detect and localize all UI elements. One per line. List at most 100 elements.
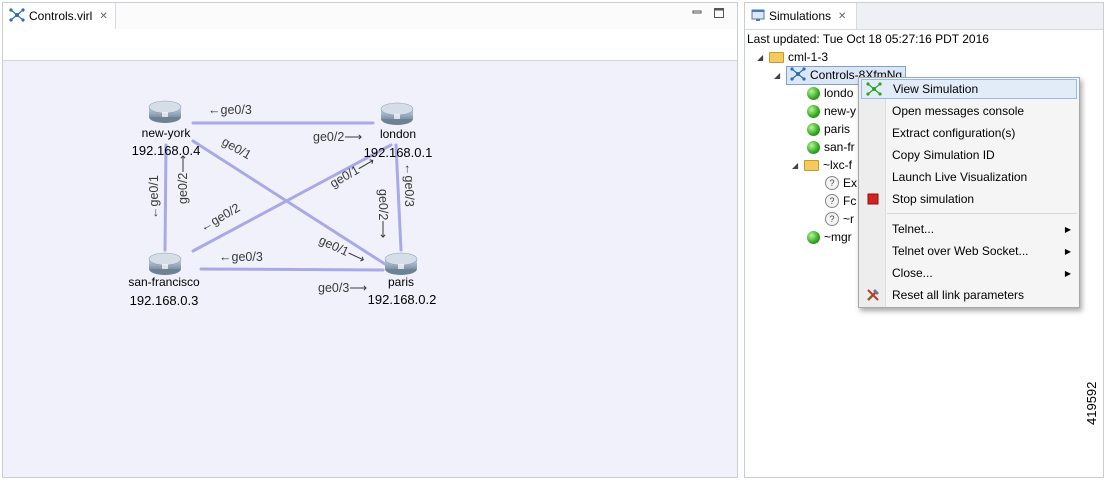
node-name: paris [388, 275, 414, 289]
close-icon[interactable]: ✕ [99, 11, 107, 22]
menu-item-label: Open messages console [892, 104, 1025, 118]
figure-id-label: 419592 [1084, 381, 1099, 425]
menu-item-label: Stop simulation [892, 192, 975, 206]
simulations-tab-bar: Simulations ✕ [745, 3, 1103, 30]
node-running-icon [807, 230, 820, 244]
menu-item-telnet-web-socket[interactable]: Telnet over Web Socket... ▶ [861, 241, 1077, 261]
link-label: ge0/2⟶ [313, 130, 362, 144]
router-icon[interactable] [148, 100, 182, 123]
simulations-icon [751, 8, 765, 25]
tab-simulations[interactable]: Simulations ✕ [745, 3, 857, 29]
menu-item-label: Reset all link parameters [892, 288, 1025, 302]
node-ip: 192.168.0.3 [130, 293, 199, 308]
node-name: new-york [142, 126, 192, 140]
submenu-arrow-icon: ▶ [1064, 224, 1071, 234]
link-label: ←ge0/3 [402, 163, 416, 207]
menu-item-label: Extract configuration(s) [892, 126, 1016, 140]
editor-toolbar [3, 29, 737, 61]
tree-item-lxc-child[interactable]: ? ~r [825, 210, 854, 228]
minimize-icon[interactable] [691, 8, 703, 20]
tree-item-label: san-fr [824, 140, 855, 154]
tree-item-node[interactable]: san-fr [807, 138, 855, 156]
router-icon[interactable] [384, 252, 418, 275]
router-icon[interactable] [380, 102, 414, 125]
link-label: ←ge0/3 [219, 250, 263, 264]
menu-item-close[interactable]: Close... ▶ [861, 263, 1077, 283]
tree-item-node[interactable]: londo [807, 84, 853, 102]
tree-item-node[interactable]: paris [807, 120, 850, 138]
folder-open-icon [804, 159, 819, 171]
menu-item-telnet[interactable]: Telnet... ▶ [861, 219, 1077, 239]
menu-item-extract-configurations[interactable]: Extract configuration(s) [861, 123, 1077, 143]
tab-controls-virl[interactable]: Controls.virl ✕ [3, 3, 116, 29]
menu-separator [887, 213, 1077, 214]
chevron-down-icon[interactable]: ◢ [757, 53, 765, 62]
link-label: ge0/3⟶ [318, 281, 367, 295]
topology-diagram: ←ge0/3 ge0/2⟶ ge0/1 ge0/2⟶ ←ge0/1 ge0/1⟶… [128, 100, 437, 308]
link-label: ge0/2⟶ [176, 155, 190, 204]
link-label: ←ge0/3 [208, 103, 252, 117]
tree-item-lxc-child[interactable]: ? Fc [825, 192, 856, 210]
menu-item-reset-link-parameters[interactable]: Reset all link parameters [861, 285, 1077, 305]
tree-item-label: paris [824, 122, 851, 136]
tree-item-label: londo [824, 86, 854, 100]
submenu-arrow-icon: ▶ [1064, 268, 1071, 278]
context-menu: View Simulation Open messages console Ex… [858, 77, 1080, 308]
stop-icon [865, 191, 881, 207]
node-ip: 192.168.0.1 [364, 145, 433, 160]
folder-open-icon [769, 51, 784, 63]
tree-item-lxc-child[interactable]: ? Ex [825, 174, 857, 192]
tree-item-label: ~r [843, 212, 855, 226]
tree-item-label: ~mgr [824, 230, 852, 244]
link-label: ge0/1 [220, 134, 254, 162]
node-running-icon [807, 122, 820, 136]
question-icon: ? [825, 176, 839, 190]
tree-item-node[interactable]: new-y [807, 102, 856, 120]
node-name: san-francisco [128, 275, 200, 289]
topology-canvas[interactable]: ←ge0/3 ge0/2⟶ ge0/1 ge0/2⟶ ←ge0/1 ge0/1⟶… [3, 61, 737, 477]
menu-item-stop-simulation[interactable]: Stop simulation [861, 189, 1077, 209]
tree-item-label: cml-1-3 [788, 50, 829, 64]
link-label: ←ge0/1 [147, 175, 161, 219]
tree-item-node[interactable]: ~mgr [807, 228, 852, 246]
editor-tab-bar: Controls.virl ✕ [3, 3, 737, 30]
menu-item-label: Telnet... [892, 222, 935, 236]
close-icon[interactable]: ✕ [838, 11, 846, 22]
link-label: ge0/2⟶ [376, 189, 390, 238]
menu-item-label: View Simulation [893, 82, 979, 96]
menu-item-open-messages-console[interactable]: Open messages console [861, 101, 1077, 121]
node-ip: 192.168.0.2 [368, 292, 437, 307]
topology-icon [790, 66, 806, 84]
menu-item-label: Telnet over Web Socket... [892, 244, 1029, 258]
node-running-icon [807, 140, 820, 154]
router-icon[interactable] [148, 252, 182, 275]
node-running-icon [807, 86, 820, 100]
menu-item-launch-live-visualization[interactable]: Launch Live Visualization [861, 167, 1077, 187]
menu-item-label: Copy Simulation ID [892, 148, 995, 162]
menu-item-view-simulation[interactable]: View Simulation [861, 79, 1077, 99]
chevron-down-icon[interactable]: ◢ [792, 161, 800, 170]
link-london-paris[interactable] [394, 143, 403, 252]
topology-icon [866, 81, 882, 97]
maximize-icon[interactable] [713, 8, 725, 20]
topology-icon [9, 7, 25, 25]
submenu-arrow-icon: ▶ [1064, 246, 1071, 256]
tree-item-lxc[interactable]: ◢ ~lxc-f [792, 156, 852, 174]
node-running-icon [807, 104, 820, 118]
tree-item-label: ~lxc-f [823, 158, 853, 172]
tab-label: Controls.virl [29, 9, 93, 23]
tree-item-label: Fc [843, 194, 857, 208]
link-newyork-sanfrancisco[interactable] [163, 143, 168, 252]
tools-icon [865, 287, 881, 303]
tree-item-label: new-y [824, 104, 857, 118]
menu-item-copy-simulation-id[interactable]: Copy Simulation ID [861, 145, 1077, 165]
topology-editor-panel: Controls.virl ✕ ←ge0/3 ge0/2⟶ ge0/1 ge0/… [2, 2, 738, 478]
node-ip: 192.168.0.4 [132, 143, 201, 158]
tree-item-server[interactable]: ◢ cml-1-3 [757, 48, 828, 66]
menu-item-label: Launch Live Visualization [892, 170, 1028, 184]
chevron-down-icon[interactable]: ◢ [774, 71, 782, 80]
last-updated-label: Last updated: Tue Oct 18 05:27:16 PDT 20… [747, 32, 989, 46]
link-sanfrancisco-paris[interactable] [199, 267, 385, 272]
tree-item-label: Ex [843, 176, 858, 190]
menu-item-label: Close... [892, 266, 933, 280]
